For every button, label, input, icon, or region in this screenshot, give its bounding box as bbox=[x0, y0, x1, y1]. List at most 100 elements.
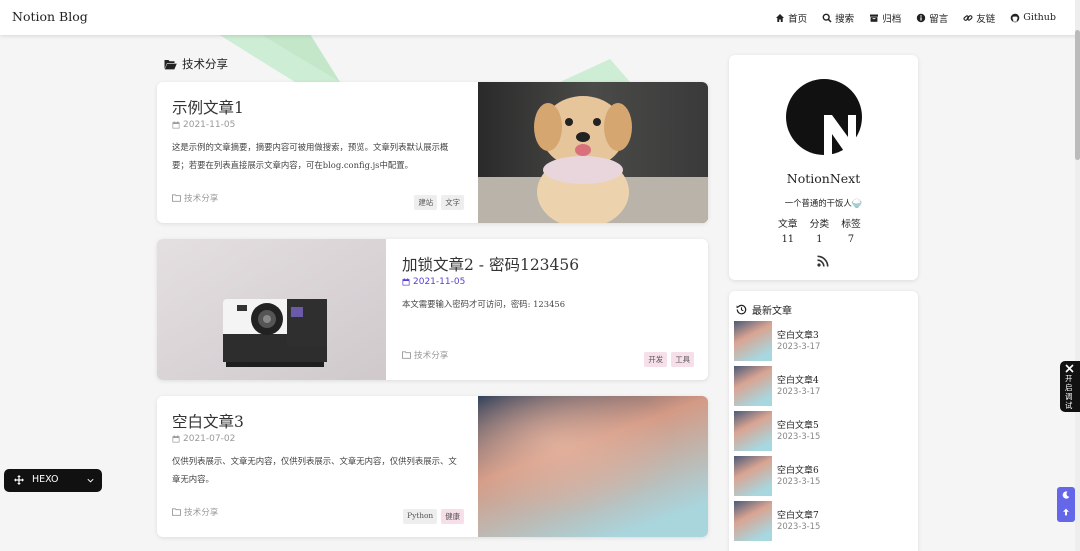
recent-posts-widget: 最新文章 空白文章3 2023-3-17 空白文章4 2023-3-17 空白文… bbox=[729, 291, 918, 551]
stat-posts[interactable]: 文章 11 bbox=[778, 217, 798, 247]
nav-item-label: 留言 bbox=[929, 13, 949, 25]
recent-post-title: 空白文章3 bbox=[777, 331, 819, 341]
calendar-icon bbox=[402, 278, 410, 286]
post-cover-image[interactable] bbox=[478, 396, 708, 537]
recent-post-date: 2023-3-17 bbox=[777, 386, 821, 396]
post-tags: Python 健康 bbox=[403, 509, 464, 524]
post-tags: 建站 文字 bbox=[414, 195, 464, 210]
rss-icon[interactable] bbox=[817, 255, 829, 267]
recent-post-thumbnail bbox=[734, 321, 772, 361]
recent-posts-header: 最新文章 bbox=[736, 302, 792, 317]
nav-item-search[interactable]: 搜索 bbox=[822, 11, 854, 25]
post-category[interactable]: 技术分享 bbox=[172, 192, 218, 204]
nav-item-home[interactable]: 首页 bbox=[775, 11, 807, 25]
nav-item-guestbook[interactable]: 留言 bbox=[916, 11, 948, 25]
post-card[interactable]: 加锁文章2 - 密码123456 2021-11-05 本文需要输入密码才可访问… bbox=[157, 239, 708, 380]
move-icon[interactable] bbox=[14, 475, 24, 485]
page-scrollbar[interactable] bbox=[1075, 0, 1080, 551]
stat-categories[interactable]: 分类 1 bbox=[810, 217, 830, 247]
chevron-down-icon bbox=[87, 478, 94, 483]
tools-icon bbox=[1065, 364, 1074, 373]
site-brand[interactable]: Notion Blog bbox=[12, 9, 88, 24]
avatar[interactable] bbox=[786, 79, 862, 155]
post-title[interactable]: 空白文章3 bbox=[172, 410, 244, 432]
section-title: 技术分享 bbox=[182, 57, 228, 71]
archive-icon bbox=[870, 14, 879, 22]
recent-post-title: 空白文章7 bbox=[777, 511, 819, 521]
nav-item-github[interactable]: Github bbox=[1010, 12, 1056, 23]
post-tag[interactable]: 工具 bbox=[671, 352, 694, 367]
post-tags: 开发 工具 bbox=[644, 352, 694, 367]
recent-post-title: 空白文章5 bbox=[777, 421, 819, 431]
nav-item-archive[interactable]: 归档 bbox=[869, 11, 901, 25]
profile-name: NotionNext bbox=[786, 171, 861, 186]
theme-switcher[interactable]: HEXO bbox=[4, 469, 102, 492]
debug-toggle-button[interactable]: 开启调试 bbox=[1060, 361, 1080, 412]
post-tag[interactable]: 开发 bbox=[644, 352, 668, 367]
nav-item-label: 友链 bbox=[976, 13, 996, 25]
recent-post-date: 2023-3-15 bbox=[777, 476, 821, 486]
calendar-icon bbox=[172, 121, 180, 129]
recent-post-thumbnail bbox=[734, 366, 772, 406]
folder-icon bbox=[402, 351, 411, 359]
post-summary: 本文需要输入密码才可访问，密码: 123456 bbox=[402, 299, 566, 309]
recent-post-item[interactable]: 空白文章3 2023-3-17 bbox=[734, 321, 914, 361]
post-date: 2021-11-05 bbox=[172, 120, 235, 130]
decorative-ribbon bbox=[218, 34, 630, 82]
nav-item-label: 搜索 bbox=[835, 13, 855, 25]
post-summary: 仅供列表展示、文章无内容，仅供列表展示、文章无内容，仅供列表展示、文章无内容。 bbox=[172, 456, 457, 484]
theme-label: HEXO bbox=[32, 474, 59, 485]
post-category[interactable]: 技术分享 bbox=[402, 349, 448, 361]
post-tag[interactable]: 文字 bbox=[441, 195, 464, 210]
post-card[interactable]: 空白文章3 2021-07-02 仅供列表展示、文章无内容，仅供列表展示、文章无… bbox=[157, 396, 708, 537]
post-tag[interactable]: Python bbox=[403, 509, 438, 524]
folder-open-icon bbox=[164, 59, 177, 69]
scrollbar-thumb[interactable] bbox=[1075, 30, 1080, 160]
github-icon bbox=[1010, 13, 1020, 22]
post-title[interactable]: 示例文章1 bbox=[172, 96, 244, 118]
nav-item-links[interactable]: 友链 bbox=[963, 11, 995, 25]
recent-post-thumbnail bbox=[734, 501, 772, 541]
recent-post-item[interactable]: 空白文章7 2023-3-15 bbox=[734, 501, 914, 541]
recent-post-item[interactable]: 空白文章4 2023-3-17 bbox=[734, 366, 914, 406]
profile-card: NotionNext 一个普通的干饭人🍚 文章 11 分类 1 标签 7 bbox=[729, 55, 918, 280]
post-tag[interactable]: 健康 bbox=[441, 509, 464, 524]
top-navbar: Notion Blog 首页 搜索 归档 留言 友链 Github bbox=[0, 0, 1080, 35]
recent-post-thumbnail bbox=[734, 456, 772, 496]
calendar-icon bbox=[172, 435, 180, 443]
dark-mode-icon[interactable] bbox=[1062, 491, 1070, 499]
recent-post-date: 2023-3-17 bbox=[777, 341, 821, 351]
recent-post-item[interactable]: 空白文章6 2023-3-15 bbox=[734, 456, 914, 496]
recent-post-date: 2023-3-15 bbox=[777, 521, 821, 531]
floating-tools bbox=[1057, 487, 1075, 522]
nav-item-label: 归档 bbox=[882, 13, 902, 25]
recent-post-title: 空白文章4 bbox=[777, 376, 819, 386]
recent-post-date: 2023-3-15 bbox=[777, 431, 821, 441]
post-title[interactable]: 加锁文章2 - 密码123456 bbox=[402, 253, 579, 275]
arrow-up-icon[interactable] bbox=[1062, 508, 1070, 516]
profile-bio: 一个普通的干饭人🍚 bbox=[784, 198, 863, 208]
link-icon bbox=[963, 14, 973, 21]
post-date: 2021-11-05 bbox=[402, 277, 465, 287]
recent-post-item[interactable]: 空白文章5 2023-3-15 bbox=[734, 411, 914, 451]
recent-post-title: 空白文章6 bbox=[777, 466, 819, 476]
post-tag[interactable]: 建站 bbox=[414, 195, 438, 210]
recent-post-thumbnail bbox=[734, 411, 772, 451]
post-summary: 这是示例的文章摘要，摘要内容可被用做搜索，预览。文章列表默认展示概要；若要在列表… bbox=[172, 142, 449, 170]
post-category[interactable]: 技术分享 bbox=[172, 506, 218, 518]
post-cover-image[interactable] bbox=[478, 82, 708, 223]
nav-item-label: Github bbox=[1023, 12, 1056, 23]
debug-label: 开启调试 bbox=[1065, 374, 1073, 410]
home-icon bbox=[776, 13, 785, 22]
section-header: 技术分享 bbox=[164, 56, 228, 72]
folder-icon bbox=[172, 194, 181, 202]
nav-menu: 首页 搜索 归档 留言 友链 Github bbox=[775, 0, 1056, 35]
post-card[interactable]: 示例文章1 2021-11-05 这是示例的文章摘要，摘要内容可被用做搜索，预览… bbox=[157, 82, 708, 223]
history-icon bbox=[736, 304, 747, 315]
nav-item-label: 首页 bbox=[788, 13, 808, 25]
post-cover-image[interactable] bbox=[157, 239, 386, 380]
profile-stats: 文章 11 分类 1 标签 7 bbox=[778, 217, 861, 247]
info-icon bbox=[917, 13, 926, 22]
post-date: 2021-07-02 bbox=[172, 434, 235, 444]
stat-tags[interactable]: 标签 7 bbox=[841, 217, 861, 247]
